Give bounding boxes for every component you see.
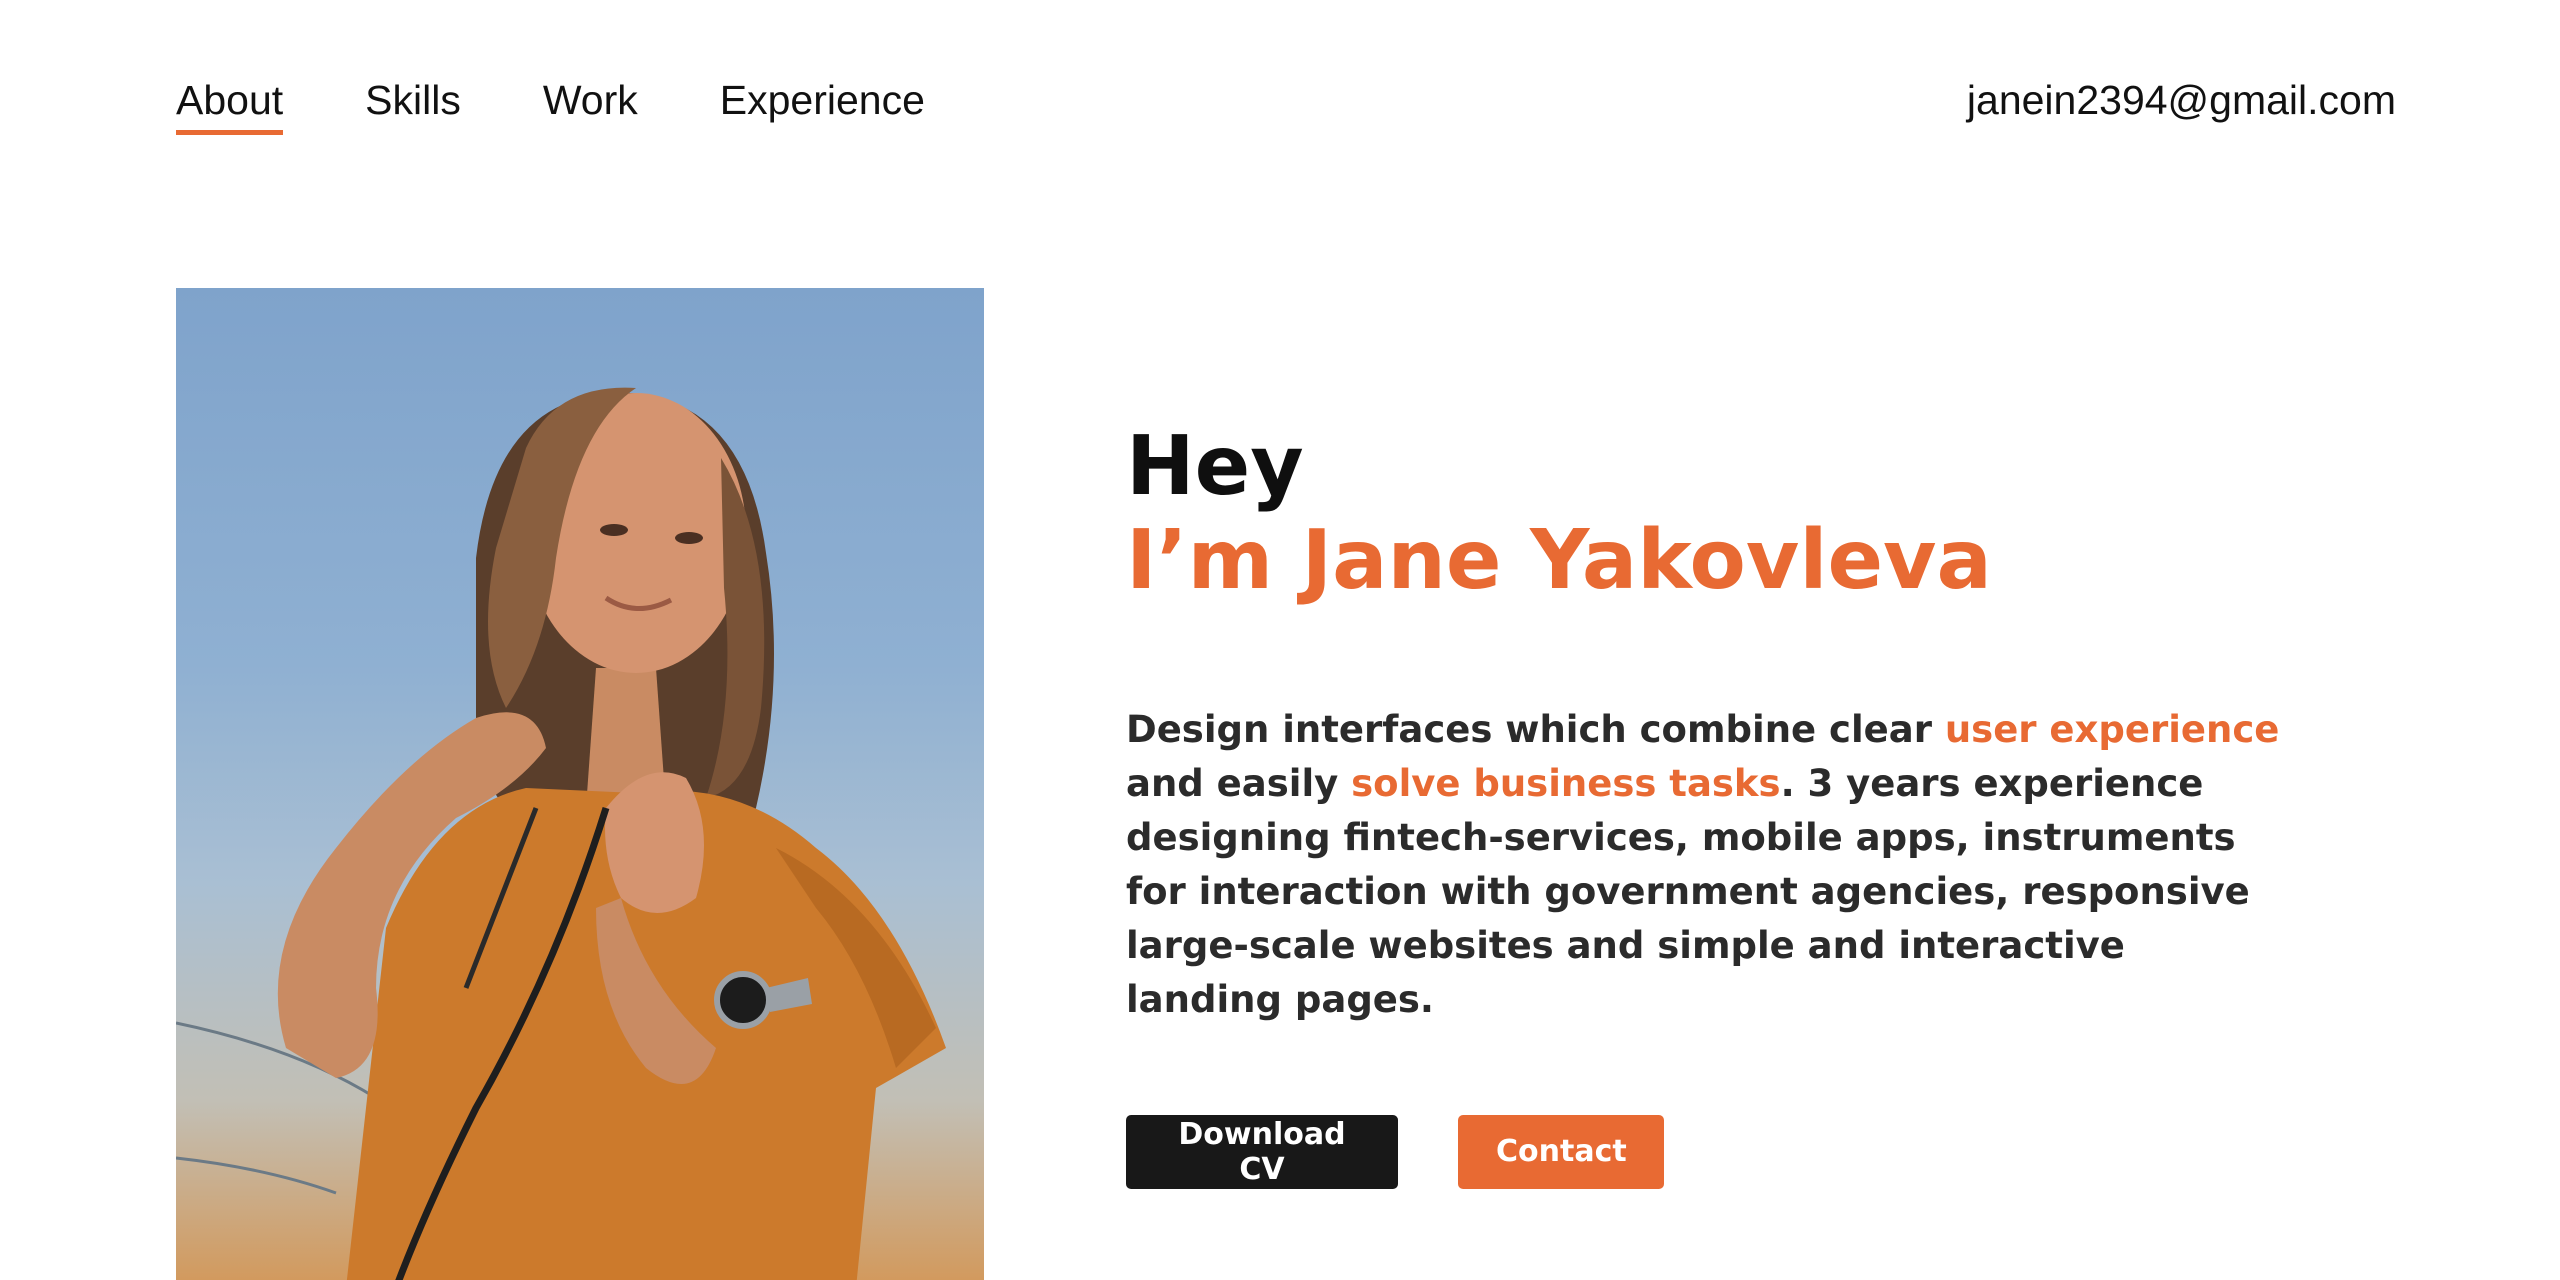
nav-item-work[interactable]: Work <box>543 80 638 131</box>
hero-name: I’m Jane Yakovleva <box>1126 513 1992 609</box>
contact-button[interactable]: Contact <box>1458 1114 1664 1189</box>
hero-actions: Download CV Contact <box>1126 1114 2326 1189</box>
hero-section: Hey I’m Jane Yakovleva Design interfaces… <box>1126 419 2326 1189</box>
bio-text-2: and easily <box>1126 761 1352 805</box>
hero-bio: Design interfaces which combine clear us… <box>1126 703 2286 1027</box>
bio-highlight-business-tasks: solve business tasks <box>1351 761 1781 805</box>
main-nav: About Skills Work Experience <box>176 80 925 135</box>
nav-item-skills[interactable]: Skills <box>365 80 461 131</box>
nav-item-about[interactable]: About <box>176 80 284 135</box>
hero-greeting: Hey <box>1126 419 1304 514</box>
bio-highlight-user-experience: user experience <box>1944 707 2280 751</box>
bio-text-1: Design interfaces which combine clear <box>1126 707 1945 751</box>
email-link[interactable]: janein2394@gmail.com <box>1967 80 2396 121</box>
profile-photo <box>176 288 984 1280</box>
portfolio-page: About Skills Work Experience janein2394@… <box>0 0 2560 1280</box>
download-cv-button[interactable]: Download CV <box>1126 1114 1398 1189</box>
nav-item-experience[interactable]: Experience <box>720 80 925 131</box>
profile-photo-illustration <box>176 387 946 1280</box>
